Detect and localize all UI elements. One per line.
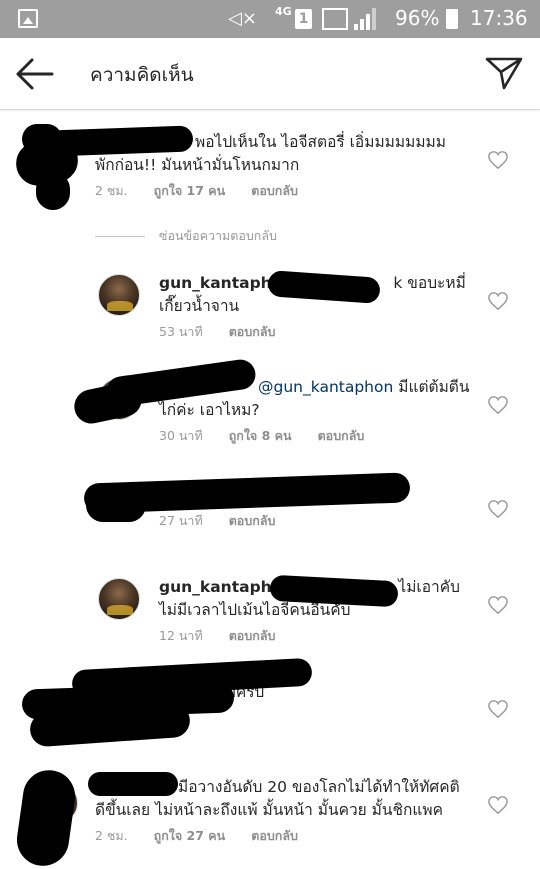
app-header: ความคิดเห็น	[0, 38, 540, 110]
comment-time: 53 นาที	[159, 324, 203, 339]
reply-button[interactable]: ตอบกลับ	[251, 828, 298, 843]
reply-button[interactable]: ตอบกลับ	[251, 183, 298, 198]
comment-time: 2 ชม.	[95, 828, 128, 843]
reply-button[interactable]: ตอบกลับ	[229, 513, 276, 528]
reply-button[interactable]: ตอบกลับ	[229, 324, 276, 339]
redaction-mark	[36, 172, 70, 210]
redaction-mark	[22, 124, 62, 154]
comment-meta: 2 ชม. ถูกใจ 17 คน ตอบกลับ	[95, 181, 324, 201]
heart-icon[interactable]	[487, 291, 509, 311]
hide-replies-button[interactable]: ซ่อนข้อความตอบกลับ	[95, 226, 277, 246]
sim1-signal-icon	[322, 8, 348, 30]
signal-strength-icon	[354, 8, 378, 30]
back-arrow-icon[interactable]	[14, 56, 56, 92]
comment-meta: 2 ชม. ถูกใจ 27 คน ตอบกลับ	[95, 826, 324, 846]
likes-count-link[interactable]: ถูกใจ 27 คน	[154, 828, 226, 843]
reply-button[interactable]: ตอบกลับ	[229, 628, 276, 643]
reply-button[interactable]: ตอบกลับ	[318, 428, 365, 443]
redaction-mark	[71, 379, 145, 427]
status-bar: ◁× 4G 1 96% 17:36	[0, 0, 540, 38]
comment-time: 30 นาที	[159, 428, 203, 443]
comment-meta: 12 นาที ตอบกลับ	[159, 626, 301, 646]
comment-meta: 27 นาที ตอบกลับ	[159, 511, 301, 531]
avatar[interactable]	[98, 578, 140, 620]
likes-count-link[interactable]: ถูกใจ 8 คน	[229, 428, 292, 443]
heart-icon[interactable]	[487, 795, 509, 815]
network-type: 4G	[275, 5, 292, 18]
battery-icon	[446, 9, 458, 29]
redaction-mark	[88, 772, 178, 796]
comment-meta: 30 นาที ถูกใจ 8 คน ตอบกลับ	[159, 426, 390, 446]
comment-time: 2 ชม.	[95, 183, 128, 198]
gallery-notification-icon	[18, 9, 38, 28]
likes-count-link[interactable]: ถูกใจ 17 คน	[154, 183, 226, 198]
divider-line	[95, 236, 145, 237]
heart-icon[interactable]	[487, 150, 509, 170]
mention-link[interactable]: @gun_kantaphon	[258, 378, 393, 396]
sim-slot-badge: 1	[295, 9, 312, 29]
battery-percent: 96%	[395, 6, 440, 30]
redaction-mark	[86, 488, 146, 522]
comment-meta: 53 นาที ตอบกลับ	[159, 322, 301, 342]
heart-icon[interactable]	[487, 395, 509, 415]
redaction-mark	[13, 766, 79, 869]
clock: 17:36	[470, 6, 528, 30]
comment-time: 12 นาที	[159, 628, 203, 643]
avatar[interactable]	[98, 274, 140, 316]
heart-icon[interactable]	[487, 595, 509, 615]
send-direct-icon[interactable]	[484, 55, 524, 91]
comment-time: 27 นาที	[159, 513, 203, 528]
mute-icon: ◁×	[228, 8, 257, 29]
heart-icon[interactable]	[487, 699, 509, 719]
heart-icon[interactable]	[487, 499, 509, 519]
page-title: ความคิดเห็น	[90, 64, 194, 86]
